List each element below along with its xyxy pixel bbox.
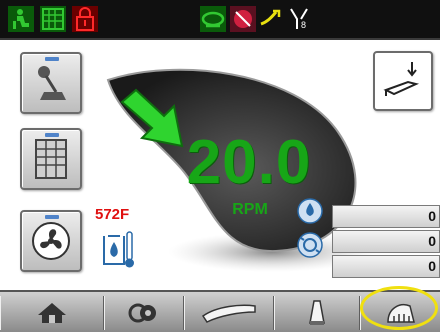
cone-tool-button[interactable] (274, 296, 360, 330)
hydraulic-temperature: 572F (95, 206, 130, 223)
selection-highlight (360, 286, 438, 330)
blade-icon (201, 304, 256, 323)
speed-mode-icon (200, 6, 226, 32)
blade-button[interactable] (184, 296, 274, 330)
joystick-control-icon (38, 66, 66, 100)
joystick-control-button[interactable] (20, 52, 82, 114)
lock-alert-icon (72, 6, 98, 32)
fan-button[interactable] (20, 210, 82, 272)
keypad-button[interactable] (20, 128, 82, 190)
flow-drop-button[interactable] (296, 197, 324, 225)
status-led (45, 133, 59, 137)
hydraulic-temperature-icon (103, 231, 134, 268)
home-icon (38, 303, 66, 323)
auxiliary-valve-icon: 8 (286, 6, 312, 32)
svg-text:8: 8 (301, 20, 306, 30)
rpm-value: 20.0 (186, 128, 312, 197)
home-button[interactable] (0, 296, 104, 330)
readout-field: 0 (332, 205, 440, 228)
rotate-drop-button[interactable] (296, 231, 324, 259)
hydraulic-flow-icon (258, 6, 284, 32)
status-led (45, 215, 59, 219)
readout-field: 0 (332, 255, 440, 278)
seat-operator-icon (8, 6, 34, 32)
status-led (45, 57, 59, 61)
no-horn-icon (230, 6, 256, 32)
keypad-check-icon (40, 6, 66, 32)
cone-tool-icon (309, 300, 325, 325)
readout-field: 0 (332, 230, 440, 253)
attachment-lower-button[interactable] (373, 51, 433, 111)
rpm-unit: RPM (232, 201, 268, 218)
attachment-coupler-icon (128, 303, 156, 323)
main-display: 20.0 RPM 572F 0 0 0 (0, 40, 440, 290)
attachment-coupler-button[interactable] (104, 296, 184, 330)
fan-icon (32, 222, 70, 260)
attachment-lower-icon (383, 62, 420, 96)
status-bar: 8 (0, 0, 440, 40)
keypad-icon (35, 139, 67, 179)
